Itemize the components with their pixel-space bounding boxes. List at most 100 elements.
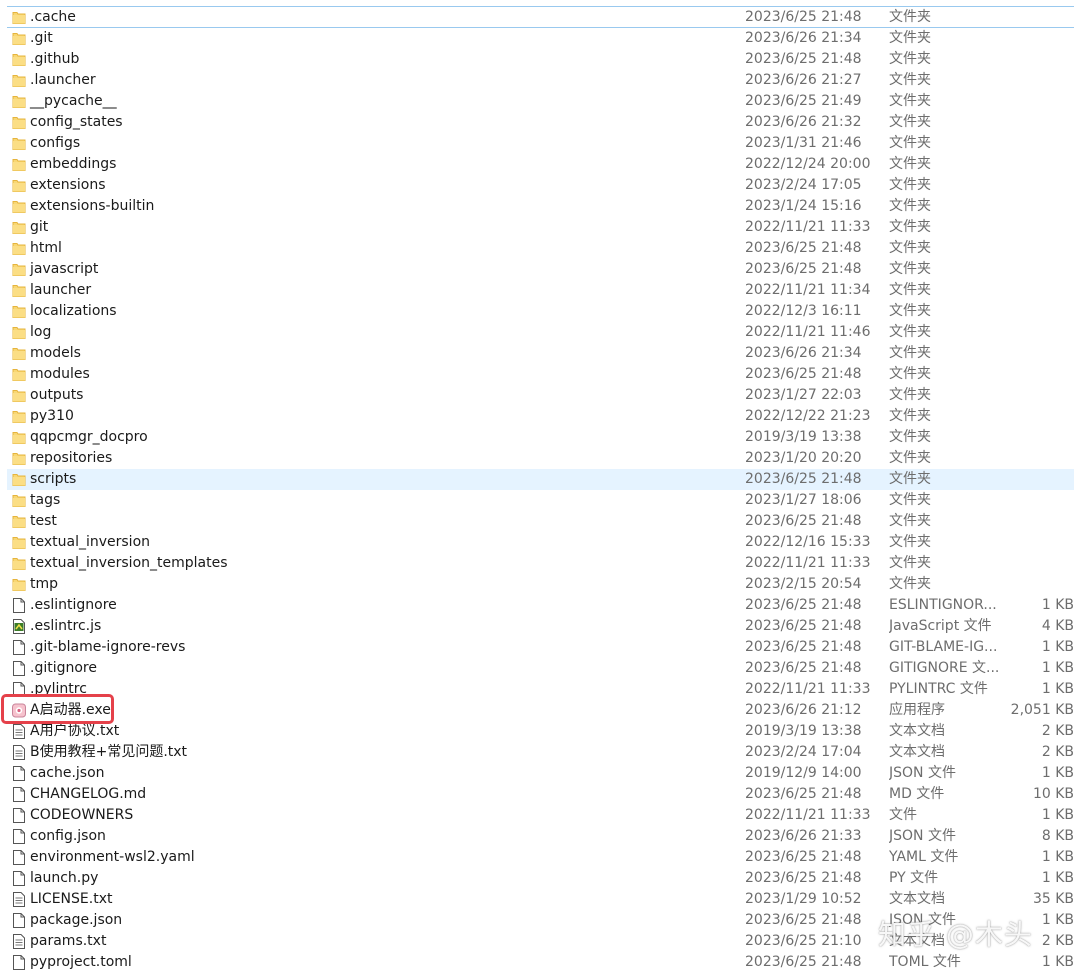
- folder-row[interactable]: embeddings 2022/12/24 20:00 文件夹: [0, 154, 1076, 175]
- file-name[interactable]: log: [30, 322, 51, 343]
- file-name[interactable]: LICENSE.txt: [30, 889, 112, 910]
- file-name[interactable]: scripts: [30, 469, 76, 490]
- file-row[interactable]: environment-wsl2.yaml 2023/6/25 21:48 YAML…: [0, 847, 1076, 868]
- file-date-modified: 2023/6/25 21:48: [745, 240, 862, 256]
- file-row[interactable]: .gitignore 2023/6/25 21:48 GITIGNORE 文... 1…: [0, 658, 1076, 679]
- file-name[interactable]: test: [30, 511, 57, 532]
- file-name[interactable]: models: [30, 343, 81, 364]
- file-name[interactable]: configs: [30, 133, 80, 154]
- folder-row[interactable]: repositories 2023/1/20 20:20 文件夹: [0, 448, 1076, 469]
- file-name[interactable]: qqpcmgr_docpro: [30, 427, 148, 448]
- file-row[interactable]: pyproject.toml 2023/6/25 21:48 TOML 文件 1 KB: [0, 952, 1076, 973]
- file-name[interactable]: html: [30, 238, 62, 259]
- folder-row[interactable]: textual_inversion 2022/12/16 15:33 文件夹: [0, 532, 1076, 553]
- file-name[interactable]: .git-blame-ignore-revs: [30, 637, 185, 658]
- file-name[interactable]: cache.json: [30, 763, 105, 784]
- file-name[interactable]: .pylintrc: [30, 679, 87, 700]
- file-name[interactable]: extensions-builtin: [30, 196, 154, 217]
- file-size: 8 KB: [1041, 828, 1074, 844]
- file-name[interactable]: config_states: [30, 112, 123, 133]
- file-name[interactable]: repositories: [30, 448, 112, 469]
- file-name[interactable]: params.txt: [30, 931, 106, 952]
- file-name[interactable]: tmp: [30, 574, 58, 595]
- file-row[interactable]: .git-blame-ignore-revs 2023/6/25 21:48 GIT…: [0, 637, 1076, 658]
- file-type: PY 文件: [889, 870, 939, 886]
- file-row[interactable]: B使用教程+常见问题.txt 2023/2/24 17:04 文本文档 2 KB: [0, 742, 1076, 763]
- file-name[interactable]: textual_inversion_templates: [30, 553, 228, 574]
- file-name[interactable]: CHANGELOG.md: [30, 784, 146, 805]
- folder-row[interactable]: outputs 2023/1/27 22:03 文件夹: [0, 385, 1076, 406]
- file-row[interactable]: A用户协议.txt 2019/3/19 13:38 文本文档 2 KB: [0, 721, 1076, 742]
- file-name[interactable]: embeddings: [30, 154, 116, 175]
- file-name[interactable]: tags: [30, 490, 60, 511]
- file-name[interactable]: py310: [30, 406, 74, 427]
- file-row[interactable]: .eslintignore 2023/6/25 21:48 ESLINTIGNOR.…: [0, 595, 1076, 616]
- folder-row[interactable]: test 2023/6/25 21:48 文件夹: [0, 511, 1076, 532]
- file-name[interactable]: .github: [30, 49, 79, 70]
- file-name[interactable]: environment-wsl2.yaml: [30, 847, 195, 868]
- file-name[interactable]: pyproject.toml: [30, 952, 132, 973]
- file-name[interactable]: .eslintrc.js: [30, 616, 101, 637]
- folder-row[interactable]: tags 2023/1/27 18:06 文件夹: [0, 490, 1076, 511]
- file-name[interactable]: git: [30, 217, 48, 238]
- file-name[interactable]: .git: [30, 28, 53, 49]
- file-name[interactable]: .cache: [30, 7, 76, 27]
- folder-row[interactable]: scripts 2023/6/25 21:48 文件夹: [7, 469, 1074, 490]
- file-row[interactable]: cache.json 2019/12/9 14:00 JSON 文件 1 KB: [0, 763, 1076, 784]
- file-name[interactable]: config.json: [30, 826, 106, 847]
- file-row[interactable]: A启动器.exe 2023/6/26 21:12 应用程序 2,051 KB: [0, 700, 1076, 721]
- folder-row[interactable]: html 2023/6/25 21:48 文件夹: [0, 238, 1076, 259]
- file-name[interactable]: extensions: [30, 175, 106, 196]
- folder-row[interactable]: log 2022/11/21 11:46 文件夹: [0, 322, 1076, 343]
- folder-row[interactable]: .github 2023/6/25 21:48 文件夹: [0, 49, 1076, 70]
- file-row[interactable]: LICENSE.txt 2023/1/29 10:52 文本文档 35 KB: [0, 889, 1076, 910]
- file-name[interactable]: textual_inversion: [30, 532, 150, 553]
- file-name[interactable]: launch.py: [30, 868, 98, 889]
- folder-row[interactable]: extensions-builtin 2023/1/24 15:16 文件夹: [0, 196, 1076, 217]
- file-name[interactable]: outputs: [30, 385, 83, 406]
- file-date-modified: 2023/1/29 10:52: [745, 891, 862, 907]
- file-row[interactable]: .eslintrc.js 2023/6/25 21:48 JavaScript 文件…: [0, 616, 1076, 637]
- folder-row[interactable]: .cache 2023/6/25 21:48 文件夹: [7, 6, 1074, 28]
- folder-row[interactable]: modules 2023/6/25 21:48 文件夹: [0, 364, 1076, 385]
- file-row[interactable]: launch.py 2023/6/25 21:48 PY 文件 1 KB: [0, 868, 1076, 889]
- file-name[interactable]: __pycache__: [30, 91, 117, 112]
- file-date-modified: 2023/6/25 21:48: [745, 912, 862, 928]
- file-name[interactable]: .launcher: [30, 70, 96, 91]
- folder-row[interactable]: .git 2023/6/26 21:34 文件夹: [0, 28, 1076, 49]
- file-name[interactable]: .gitignore: [30, 658, 97, 679]
- file-name[interactable]: launcher: [30, 280, 91, 301]
- file-name[interactable]: .eslintignore: [30, 595, 117, 616]
- file-type: 文件夹: [889, 72, 931, 88]
- file-date-modified: 2023/6/25 21:48: [745, 870, 862, 886]
- folder-row[interactable]: __pycache__ 2023/6/25 21:49 文件夹: [0, 91, 1076, 112]
- folder-row[interactable]: py310 2022/12/22 21:23 文件夹: [0, 406, 1076, 427]
- folder-row[interactable]: models 2023/6/26 21:34 文件夹: [0, 343, 1076, 364]
- file-name[interactable]: A启动器.exe: [30, 700, 111, 721]
- folder-row[interactable]: config_states 2023/6/26 21:32 文件夹: [0, 112, 1076, 133]
- file-name[interactable]: A用户协议.txt: [30, 721, 119, 742]
- file-size: 1 KB: [1041, 807, 1074, 823]
- folder-row[interactable]: git 2022/11/21 11:33 文件夹: [0, 217, 1076, 238]
- folder-row[interactable]: configs 2023/1/31 21:46 文件夹: [0, 133, 1076, 154]
- file-name[interactable]: modules: [30, 364, 90, 385]
- file-row[interactable]: .pylintrc 2022/11/21 11:33 PYLINTRC 文件 1 KB: [0, 679, 1076, 700]
- folder-icon: [12, 304, 26, 319]
- file-name[interactable]: package.json: [30, 910, 122, 931]
- folder-row[interactable]: javascript 2023/6/25 21:48 文件夹: [0, 259, 1076, 280]
- file-name[interactable]: localizations: [30, 301, 117, 322]
- file-row[interactable]: CODEOWNERS 2022/11/21 11:33 文件 1 KB: [0, 805, 1076, 826]
- folder-row[interactable]: extensions 2023/2/24 17:05 文件夹: [0, 175, 1076, 196]
- file-name[interactable]: CODEOWNERS: [30, 805, 133, 826]
- folder-row[interactable]: .launcher 2023/6/26 21:27 文件夹: [0, 70, 1076, 91]
- folder-row[interactable]: textual_inversion_templates 2022/11/21 11…: [0, 553, 1076, 574]
- file-name[interactable]: B使用教程+常见问题.txt: [30, 742, 187, 763]
- folder-row[interactable]: launcher 2022/11/21 11:34 文件夹: [0, 280, 1076, 301]
- folder-row[interactable]: localizations 2022/12/3 16:11 文件夹: [0, 301, 1076, 322]
- folder-row[interactable]: tmp 2023/2/15 20:54 文件夹: [0, 574, 1076, 595]
- file-name[interactable]: javascript: [30, 259, 98, 280]
- file-row[interactable]: config.json 2023/6/26 21:33 JSON 文件 8 KB: [0, 826, 1076, 847]
- file-row[interactable]: CHANGELOG.md 2023/6/25 21:48 MD 文件 10 KB: [0, 784, 1076, 805]
- file-size: 10 KB: [1032, 786, 1074, 802]
- folder-row[interactable]: qqpcmgr_docpro 2019/3/19 13:38 文件夹: [0, 427, 1076, 448]
